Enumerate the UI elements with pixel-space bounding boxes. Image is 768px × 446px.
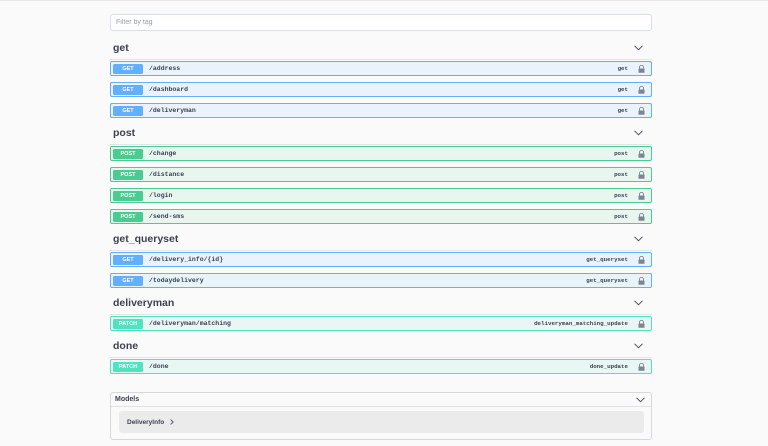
chevron-down-icon — [632, 42, 644, 54]
operation-summary: post — [614, 150, 628, 157]
tag-name: get_queryset — [113, 232, 179, 245]
operation-post-login[interactable]: POST /login post — [110, 188, 652, 203]
operation-summary: deliveryman_matching_update — [534, 320, 628, 327]
method-badge: POST — [113, 169, 143, 180]
chevron-down-icon — [632, 340, 644, 352]
operation-summary: post — [614, 192, 628, 199]
lock-icon[interactable] — [636, 170, 646, 180]
operation-path: /deliveryman/matching — [149, 320, 231, 327]
lock-icon[interactable] — [636, 149, 646, 159]
operation-get-deliveryman[interactable]: GET /deliveryman get — [110, 103, 652, 118]
tag-header-post[interactable]: post — [110, 121, 652, 145]
operation-post-change[interactable]: POST /change post — [110, 146, 652, 161]
operation-path: /done — [149, 363, 169, 370]
operation-path: /change — [149, 150, 177, 157]
operation-summary: post — [614, 171, 628, 178]
operation-get-delivery-info[interactable]: GET /delivery_info/{id} get_queryset — [110, 252, 652, 267]
lock-icon[interactable] — [636, 212, 646, 222]
models-title: Models — [115, 396, 140, 403]
operation-path: /todaydelivery — [149, 277, 204, 284]
operation-summary: get — [617, 107, 628, 114]
operation-path: /delivery_info/{id} — [149, 256, 224, 263]
method-badge: PATCH — [113, 318, 143, 329]
lock-icon[interactable] — [636, 276, 646, 286]
operation-path: /address — [149, 65, 181, 72]
operation-summary: get — [617, 86, 628, 93]
method-badge: POST — [113, 190, 143, 201]
operation-get-address[interactable]: GET /address get — [110, 61, 652, 76]
operation-path: /login — [149, 192, 173, 199]
tag-header-get-queryset[interactable]: get_queryset — [110, 227, 652, 251]
method-badge: GET — [113, 84, 143, 95]
tag-header-done[interactable]: done — [110, 334, 652, 358]
lock-icon[interactable] — [636, 106, 646, 116]
operation-get-dashboard[interactable]: GET /dashboard get — [110, 82, 652, 97]
operation-patch-done[interactable]: PATCH /done done_update — [110, 359, 652, 374]
models-header[interactable]: Models — [111, 393, 651, 407]
lock-icon[interactable] — [636, 191, 646, 201]
lock-icon[interactable] — [636, 319, 646, 329]
model-item-deliveryinfo[interactable]: DeliveryInfo — [119, 411, 644, 433]
operation-path: /dashboard — [149, 86, 189, 93]
operation-summary: done_update — [589, 363, 628, 370]
chevron-down-icon — [632, 127, 644, 139]
lock-icon[interactable] — [636, 64, 646, 74]
method-badge: POST — [113, 148, 143, 159]
chevron-down-icon — [634, 394, 646, 406]
method-badge: GET — [113, 254, 143, 265]
operation-post-distance[interactable]: POST /distance post — [110, 167, 652, 182]
operation-path: /send-sms — [149, 213, 185, 220]
method-badge: GET — [113, 105, 143, 116]
chevron-right-icon — [170, 419, 176, 425]
top-divider — [0, 0, 768, 1]
filter-by-tag-input[interactable] — [110, 14, 652, 31]
method-badge: GET — [113, 275, 143, 286]
method-badge: POST — [113, 211, 143, 222]
operation-path: /distance — [149, 171, 185, 178]
operation-path: /deliveryman — [149, 107, 196, 114]
method-badge: GET — [113, 63, 143, 74]
tag-header-get[interactable]: get — [110, 36, 652, 60]
tag-name: get — [113, 41, 129, 54]
model-name: DeliveryInfo — [127, 418, 165, 426]
tag-header-deliveryman[interactable]: deliveryman — [110, 291, 652, 315]
operation-summary: get_queryset — [586, 277, 628, 284]
tag-name: post — [113, 126, 136, 139]
operation-summary: get — [617, 65, 628, 72]
operation-post-send-sms[interactable]: POST /send-sms post — [110, 209, 652, 224]
lock-icon[interactable] — [636, 85, 646, 95]
tag-name: done — [113, 339, 139, 352]
operation-summary: get_queryset — [586, 256, 628, 263]
tag-name: deliveryman — [113, 296, 175, 309]
lock-icon[interactable] — [636, 255, 646, 265]
method-badge: PATCH — [113, 361, 143, 372]
operation-summary: post — [614, 213, 628, 220]
lock-icon[interactable] — [636, 362, 646, 372]
chevron-down-icon — [632, 297, 644, 309]
operation-patch-deliveryman-matching[interactable]: PATCH /deliveryman/matching deliveryman_… — [110, 316, 652, 331]
operation-get-todaydelivery[interactable]: GET /todaydelivery get_queryset — [110, 273, 652, 288]
chevron-down-icon — [632, 233, 644, 245]
models-section: Models DeliveryInfo — [110, 392, 652, 440]
